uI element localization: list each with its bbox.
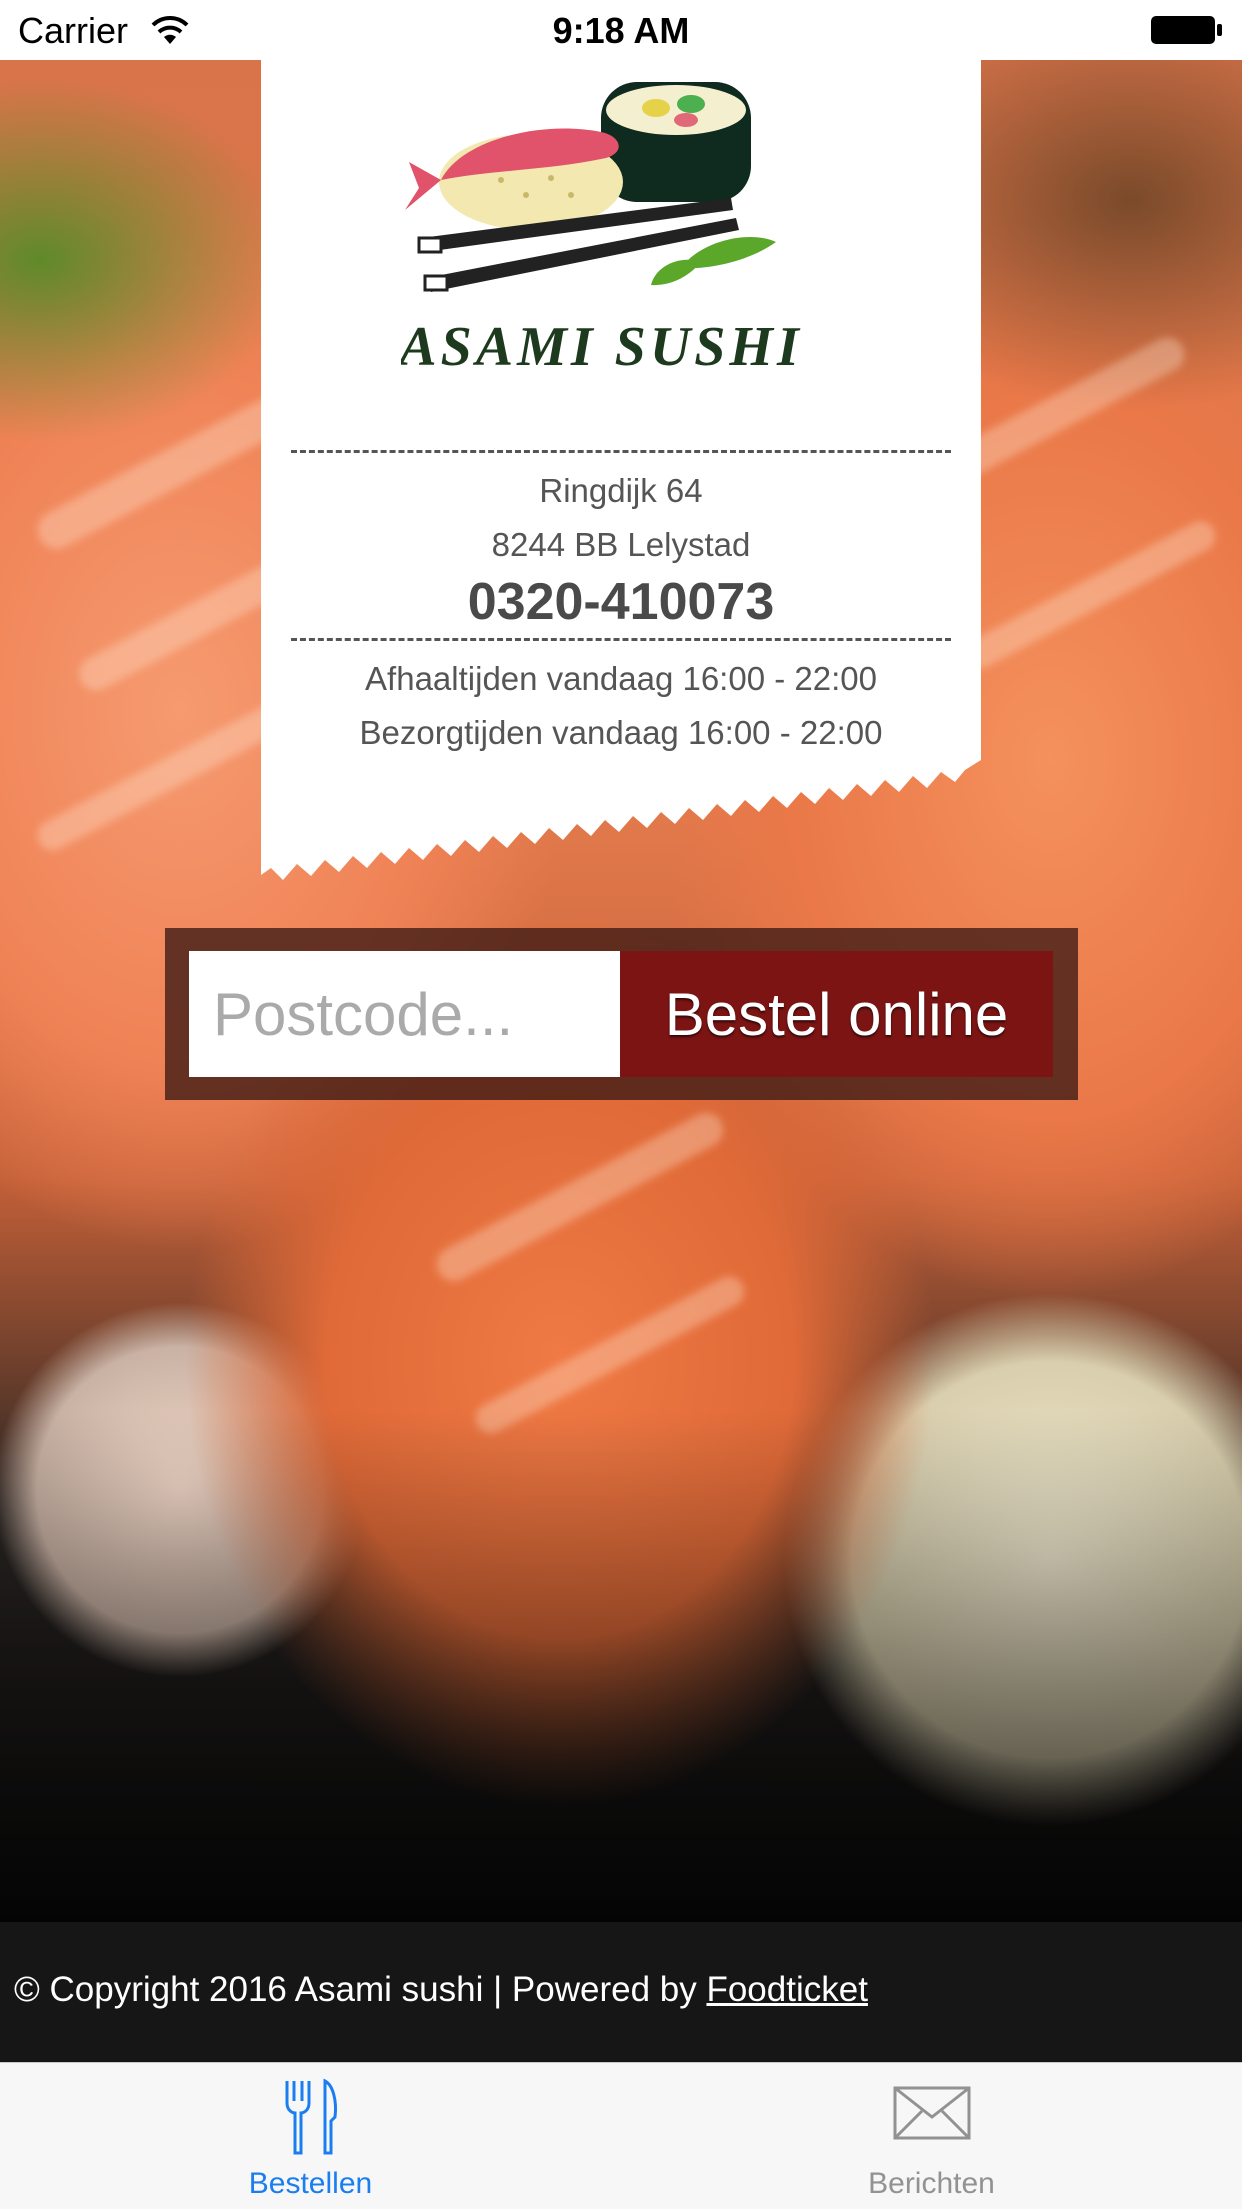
delivery-hours: Bezorgtijden vandaag 16:00 - 22:00 (359, 714, 883, 751)
order-online-button[interactable]: Bestel online (620, 951, 1053, 1077)
envelope-icon (621, 2085, 1242, 2146)
battery-icon (1150, 14, 1224, 51)
tab-label: Bestellen (248, 2167, 373, 2200)
address-city: 8244 BB Lelystad (491, 526, 751, 563)
status-bar: Carrier 9:18 AM (0, 0, 1242, 60)
status-time: 9:18 AM (552, 10, 690, 51)
dashed-divider (291, 450, 951, 453)
postcode-input[interactable] (189, 951, 620, 1077)
asami-sushi-logo: ASAMI SUSHI (396, 70, 801, 400)
footer: © Copyright 2016 Asami sushi | Powered b… (0, 1922, 1242, 2062)
copyright-text: © Copyright 2016 Asami sushi | Powered b… (14, 1970, 868, 2010)
copyright-label: © Copyright 2016 Asami sushi | Powered b… (14, 1970, 707, 2009)
phone-number[interactable]: 0320-410073 (261, 572, 981, 632)
pickup-hours: Afhaaltijden vandaag 16:00 - 22:00 (365, 660, 877, 697)
tab-label: Berichten (868, 2167, 995, 2200)
restaurant-info-card: ASAMI SUSHI Ringdijk 64 8244 BB Lelystad… (261, 60, 981, 880)
tab-bestellen[interactable]: Bestellen (0, 2063, 621, 2209)
address-street: Ringdijk 64 (539, 472, 703, 509)
tab-berichten[interactable]: Berichten (621, 2063, 1242, 2209)
tab-bar: Bestellen Berichten (0, 2062, 1242, 2209)
dashed-divider (291, 638, 951, 641)
foodticket-link[interactable]: Foodticket (706, 1970, 867, 2009)
fork-knife-icon (0, 2077, 621, 2162)
order-form: Bestel online (165, 928, 1078, 1100)
svg-text:ASAMI SUSHI: ASAMI SUSHI (401, 316, 801, 378)
